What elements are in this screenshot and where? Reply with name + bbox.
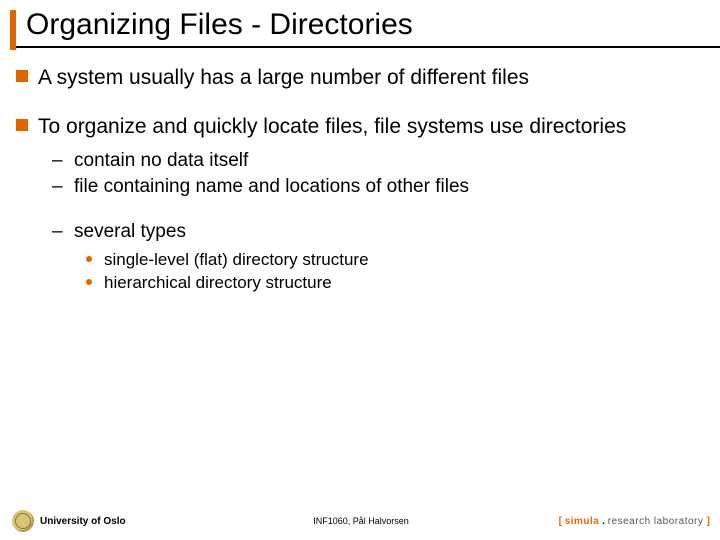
footer-right: [ simula . research laboratory ] bbox=[559, 516, 710, 527]
bracket-close: ] bbox=[707, 516, 710, 527]
slide-title: Organizing Files - Directories bbox=[26, 8, 720, 42]
slide: { "title": "Organizing Files - Directori… bbox=[0, 0, 720, 540]
content-area: A system usually has a large number of d… bbox=[16, 64, 696, 317]
bullet-text: several types bbox=[74, 221, 186, 242]
list-item: A system usually has a large number of d… bbox=[16, 64, 696, 91]
simula-brand: simula bbox=[565, 516, 600, 527]
title-bar: Organizing Files - Directories bbox=[10, 8, 720, 48]
bullet-text: To organize and quickly locate files, fi… bbox=[38, 115, 626, 138]
university-name: University of Oslo bbox=[40, 516, 126, 527]
footer-center: INF1060, Pål Halvorsen bbox=[313, 516, 409, 526]
footer-left: University of Oslo bbox=[12, 510, 126, 532]
list-item: contain no data itself bbox=[52, 149, 696, 174]
list-item: hierarchical directory structure bbox=[86, 272, 696, 295]
list-item: several types single-level (flat) direct… bbox=[52, 220, 696, 295]
bullet-text: A system usually has a large number of d… bbox=[38, 66, 529, 89]
brand-rest: research laboratory bbox=[608, 516, 707, 527]
bullet-list: A system usually has a large number of d… bbox=[16, 64, 696, 295]
list-item: file containing name and locations of ot… bbox=[52, 175, 696, 200]
sub-list: contain no data itself file containing n… bbox=[38, 149, 696, 295]
sub-sub-list: single-level (flat) directory structure … bbox=[74, 249, 696, 295]
bullet-text: hierarchical directory structure bbox=[104, 273, 332, 292]
list-item: single-level (flat) directory structure bbox=[86, 249, 696, 272]
footer: University of Oslo INF1060, Pål Halvorse… bbox=[12, 510, 710, 532]
bullet-text: file containing name and locations of ot… bbox=[74, 176, 469, 197]
list-item: To organize and quickly locate files, fi… bbox=[16, 113, 696, 294]
title-accent-bar bbox=[10, 10, 16, 50]
uio-seal-icon bbox=[12, 510, 34, 532]
brand-separator: . bbox=[599, 516, 607, 527]
bullet-text: single-level (flat) directory structure bbox=[104, 250, 369, 269]
bullet-text: contain no data itself bbox=[74, 150, 248, 171]
